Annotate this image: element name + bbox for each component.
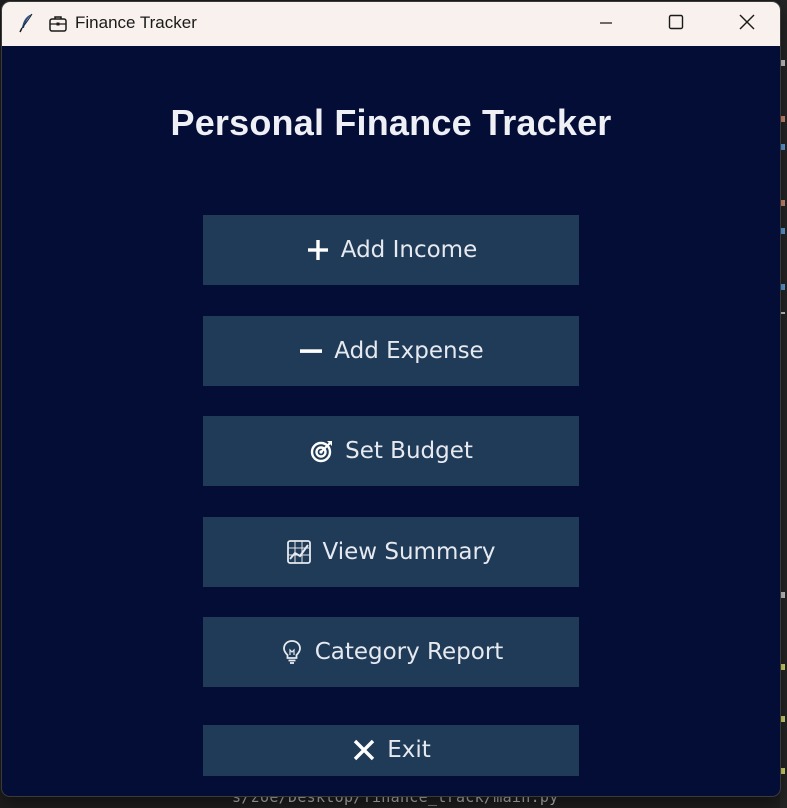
view-summary-button[interactable]: View Summary bbox=[203, 517, 579, 587]
target-icon bbox=[309, 438, 335, 464]
add-income-button[interactable]: Add Income bbox=[203, 215, 579, 285]
exit-button-inner: Exit bbox=[351, 715, 431, 785]
background-mark bbox=[781, 200, 785, 206]
minimize-icon bbox=[599, 15, 613, 34]
set-budget-button[interactable]: Set Budget bbox=[203, 416, 579, 486]
plus-icon bbox=[305, 237, 331, 263]
finance-tracker-window: Finance Tracker Personal Finance Tracker… bbox=[2, 2, 780, 796]
maximize-icon bbox=[668, 14, 684, 34]
background-mark bbox=[781, 228, 785, 234]
background-mark bbox=[781, 116, 785, 122]
main-content: Personal Finance Tracker Add Income Add … bbox=[2, 46, 780, 796]
minimize-button[interactable] bbox=[577, 2, 635, 46]
background-mark bbox=[781, 768, 785, 774]
background-mark bbox=[781, 284, 785, 290]
background-mark bbox=[781, 312, 785, 314]
close-icon bbox=[739, 14, 755, 34]
add-expense-label: Add Expense bbox=[334, 338, 484, 364]
exit-label: Exit bbox=[387, 737, 431, 763]
category-report-button[interactable]: Category Report bbox=[203, 617, 579, 687]
background-mark bbox=[781, 60, 785, 66]
x-icon bbox=[351, 737, 377, 763]
background-mark bbox=[781, 144, 785, 150]
feather-icon bbox=[16, 12, 38, 34]
maximize-button[interactable] bbox=[647, 2, 705, 46]
page-title: Personal Finance Tracker bbox=[170, 102, 612, 143]
background-mark bbox=[781, 716, 785, 722]
set-budget-label: Set Budget bbox=[345, 438, 473, 464]
add-income-label: Add Income bbox=[340, 237, 478, 263]
lightbulb-icon bbox=[279, 639, 305, 665]
minus-icon bbox=[298, 338, 324, 364]
background-mark bbox=[781, 664, 785, 670]
background-mark bbox=[781, 592, 785, 598]
add-expense-button[interactable]: Add Expense bbox=[203, 316, 579, 386]
briefcase-icon bbox=[48, 14, 68, 34]
view-summary-label: View Summary bbox=[322, 539, 496, 565]
close-button[interactable] bbox=[718, 2, 776, 46]
chart-icon bbox=[286, 539, 312, 565]
category-report-label: Category Report bbox=[314, 639, 504, 665]
title-bar[interactable]: Finance Tracker bbox=[2, 2, 780, 46]
exit-button[interactable]: Exit bbox=[203, 725, 579, 776]
window-title: Finance Tracker bbox=[75, 13, 197, 32]
